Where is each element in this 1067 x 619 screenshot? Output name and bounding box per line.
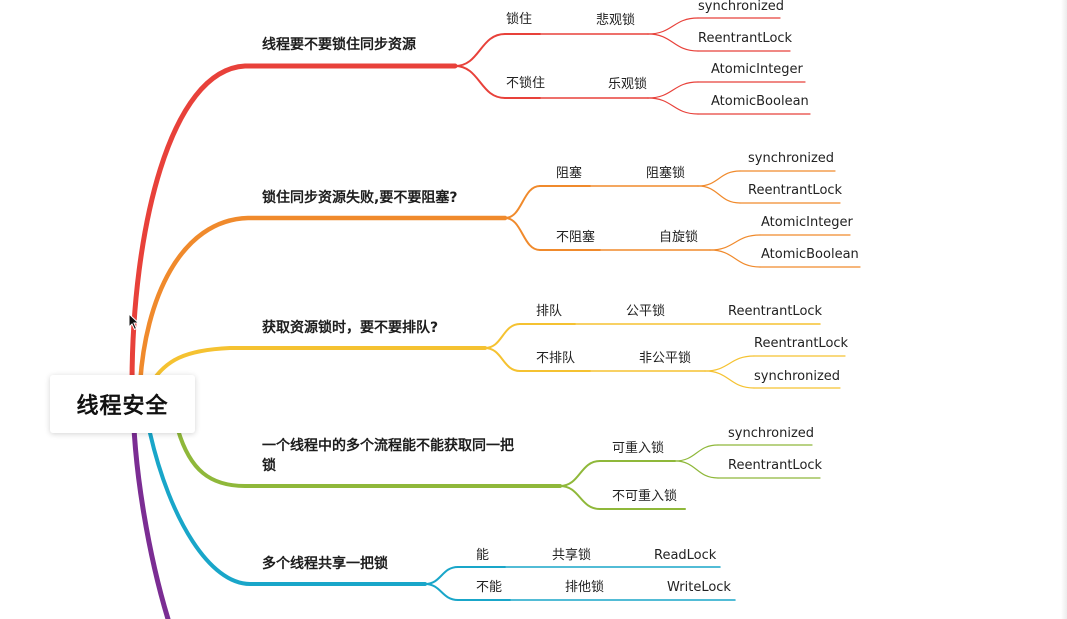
node-reentrant-lock[interactable]: 可重入锁 xyxy=(612,442,664,455)
connector xyxy=(559,460,601,487)
connector xyxy=(454,33,506,67)
leaf-reentrantlock[interactable]: ReentrantLock xyxy=(748,184,842,197)
connector xyxy=(674,444,719,462)
branch-lock-sync-resource[interactable]: 线程要不要锁住同步资源 xyxy=(262,38,416,52)
connector-branch-2 xyxy=(137,215,508,388)
connector xyxy=(704,355,755,372)
node-no-queue[interactable]: 不排队 xyxy=(536,352,575,365)
connector xyxy=(504,185,541,219)
node-lock[interactable]: 锁住 xyxy=(506,13,532,26)
root-label: 线程安全 xyxy=(76,394,169,419)
leaf-synchronized[interactable]: synchronized xyxy=(698,0,784,13)
node-shared-lock[interactable]: 共享锁 xyxy=(552,549,591,562)
branch-block-on-fail[interactable]: 锁住同步资源失败,要不要阻塞? xyxy=(262,191,457,205)
node-pessimistic-lock[interactable]: 悲观锁 xyxy=(596,14,635,27)
connector xyxy=(504,217,541,251)
connector xyxy=(697,170,741,187)
window-edge-shadow xyxy=(1061,0,1067,619)
mouse-cursor-icon xyxy=(128,313,140,331)
connector xyxy=(647,17,699,35)
connector xyxy=(559,485,601,510)
connector-branch-3 xyxy=(148,346,487,387)
node-exclusive-lock[interactable]: 排他锁 xyxy=(565,581,604,594)
node-cannot[interactable]: 不能 xyxy=(476,581,502,594)
connector xyxy=(647,97,699,115)
leaf-synchronized[interactable]: synchronized xyxy=(728,427,814,440)
connector xyxy=(647,81,699,99)
connector xyxy=(647,33,699,52)
connector xyxy=(424,583,459,601)
connector xyxy=(709,249,761,268)
node-non-reentrant-lock[interactable]: 不可重入锁 xyxy=(612,490,677,503)
leaf-reentrantlock[interactable]: ReentrantLock xyxy=(698,32,792,45)
branch-shared-lock-question[interactable]: 多个线程共享一把锁 xyxy=(262,557,388,571)
connector xyxy=(484,347,521,372)
node-blocking-lock[interactable]: 阻塞锁 xyxy=(646,167,685,180)
leaf-writelock[interactable]: WriteLock xyxy=(667,581,731,594)
root-node[interactable]: 线程安全 xyxy=(50,375,195,433)
node-optimistic-lock[interactable]: 乐观锁 xyxy=(608,78,647,91)
connector xyxy=(424,566,459,585)
node-unfair-lock[interactable]: 非公平锁 xyxy=(639,352,691,365)
leaf-reentrantlock[interactable]: ReentrantLock xyxy=(728,305,822,318)
branch-reentrant-question-line1[interactable]: 一个线程中的多个流程能不能获取同一把 xyxy=(262,439,514,453)
node-fair-lock[interactable]: 公平锁 xyxy=(626,305,665,318)
leaf-synchronized[interactable]: synchronized xyxy=(748,152,834,165)
branch-reentrant-question-line2[interactable]: 锁 xyxy=(262,459,276,473)
branch-queue-on-acquire[interactable]: 获取资源锁时，要不要排队? xyxy=(262,321,438,335)
node-no-block[interactable]: 不阻塞 xyxy=(556,231,595,244)
connector xyxy=(484,323,521,349)
leaf-reentrantlock[interactable]: ReentrantLock xyxy=(728,459,822,472)
leaf-atomicinteger[interactable]: AtomicInteger xyxy=(761,216,853,229)
node-queue[interactable]: 排队 xyxy=(536,305,562,318)
leaf-atomicboolean[interactable]: AtomicBoolean xyxy=(761,248,859,261)
node-no-lock[interactable]: 不锁住 xyxy=(506,77,545,90)
connector xyxy=(454,65,506,99)
leaf-reentrantlock[interactable]: ReentrantLock xyxy=(754,337,848,350)
node-can[interactable]: 能 xyxy=(476,549,489,562)
connector xyxy=(674,460,719,479)
connector xyxy=(704,370,755,389)
leaf-synchronized[interactable]: synchronized xyxy=(754,370,840,383)
node-spin-lock[interactable]: 自旋锁 xyxy=(659,231,698,244)
leaf-readlock[interactable]: ReadLock xyxy=(654,549,716,562)
leaf-atomicinteger[interactable]: AtomicInteger xyxy=(711,63,803,76)
mindmap-connectors xyxy=(129,17,861,619)
connector xyxy=(709,234,761,251)
connector-branch-1 xyxy=(129,63,458,388)
node-block[interactable]: 阻塞 xyxy=(556,167,582,180)
connector xyxy=(697,185,741,204)
leaf-atomicboolean[interactable]: AtomicBoolean xyxy=(711,95,809,108)
